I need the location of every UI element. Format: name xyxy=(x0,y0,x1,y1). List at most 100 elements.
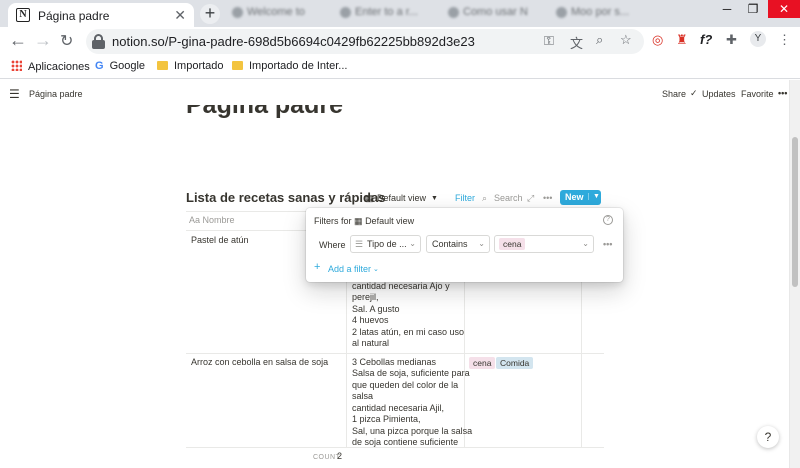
tag-cena[interactable]: cena xyxy=(469,357,496,369)
filter-header: Filters for ▦ Default view xyxy=(314,216,415,226)
folder-icon xyxy=(157,61,168,70)
chevron-down-icon: ▼ xyxy=(431,195,438,202)
profile-avatar[interactable]: Y xyxy=(750,31,766,47)
active-tab-title: Página padre xyxy=(38,9,110,23)
row-name[interactable]: Pastel de atún xyxy=(191,235,249,247)
tag-comida[interactable]: Comida xyxy=(496,357,534,369)
notion-topbar: ☰ Página padre Share ✓ Updates Favorite … xyxy=(0,80,789,108)
background-tab[interactable]: Enter to a r... xyxy=(340,6,418,22)
page-scrollbar[interactable] xyxy=(789,80,800,468)
checkmark-icon: ✓ xyxy=(690,88,698,98)
new-tab-button[interactable]: + xyxy=(200,4,220,24)
view-selector[interactable]: Default view xyxy=(377,193,426,203)
background-tab[interactable]: Como usar N xyxy=(448,6,528,22)
more-icon[interactable]: ••• xyxy=(543,193,552,203)
filter-popup: Filters for ▦ Default view ? Where ☰ Tip… xyxy=(306,208,623,282)
where-label: Where xyxy=(319,240,346,250)
ingredient-line: de soja contiene suficiente xyxy=(352,437,459,447)
ingredient-line: 3 Cebollas medianas xyxy=(352,357,437,367)
bookmark-google[interactable]: G Google xyxy=(95,60,145,72)
count-value: 2 xyxy=(337,451,343,461)
bookmark-folder[interactable]: Importado xyxy=(157,60,224,72)
help-button[interactable]: ? xyxy=(757,426,779,448)
ingredient-line: que queden del color de la xyxy=(352,380,459,390)
extension-icon[interactable]: f? xyxy=(700,32,712,47)
table-view-icon: ▦ xyxy=(354,216,363,226)
sidebar-toggle-icon[interactable]: ☰ xyxy=(9,87,20,101)
apps-grid-icon xyxy=(11,60,22,71)
url-text[interactable]: notion.so/P-gina-padre-698d5b6694c0429fb… xyxy=(112,34,475,49)
chrome-menu-icon[interactable]: ⋮ xyxy=(778,32,791,48)
chevron-down-icon: ⌄ xyxy=(478,239,485,248)
filter-property-select[interactable]: ☰ Tipo de ... ⌄ xyxy=(350,235,421,253)
extension-icon[interactable]: ◎ xyxy=(652,32,663,48)
address-bar[interactable]: notion.so/P-gina-padre-698d5b6694c0429fb… xyxy=(86,29,644,54)
back-icon[interactable]: ← xyxy=(9,30,27,51)
bookmark-star-icon[interactable]: ☆ xyxy=(620,32,632,48)
close-window-icon[interactable]: ✕ xyxy=(768,0,800,18)
extensions-puzzle-icon[interactable]: ✚ xyxy=(726,32,737,48)
filter-operator-select[interactable]: Contains ⌄ xyxy=(426,235,490,253)
filter-value-select[interactable]: cena ⌄ xyxy=(494,235,594,253)
notion-favicon-icon: N xyxy=(16,8,30,22)
column-header-nombre[interactable]: Aa Nombre xyxy=(189,215,235,227)
extension-icon[interactable]: ♜ xyxy=(676,32,688,48)
ingredient-line: Sal. A gusto xyxy=(352,304,400,314)
active-tab[interactable]: N Página padre ✕ xyxy=(8,3,194,27)
updates-button[interactable]: Updates xyxy=(702,89,736,99)
ingredient-line: 4 huevos xyxy=(352,315,389,325)
more-options-icon[interactable]: ••• xyxy=(778,88,787,98)
ingredient-line: cantidad necesaria Ajil, xyxy=(352,403,445,413)
google-icon: G xyxy=(95,60,104,72)
reload-icon[interactable]: ↻ xyxy=(60,31,73,51)
chevron-down-icon: ⌄ xyxy=(373,266,379,273)
list-icon: ☰ xyxy=(355,239,364,249)
forward-icon[interactable]: → xyxy=(34,30,52,51)
background-tab[interactable]: Welcome to xyxy=(232,6,305,22)
search-icon[interactable]: ⌕ xyxy=(482,193,487,204)
search-button[interactable]: Search xyxy=(494,193,523,203)
new-button[interactable]: New ▼ xyxy=(560,190,601,205)
tab-favicon-icon xyxy=(448,6,459,18)
filter-options-icon[interactable]: ••• xyxy=(603,239,612,249)
plus-icon: + xyxy=(314,261,321,273)
filter-button[interactable]: Filter xyxy=(455,193,475,203)
table-view-icon: ▦ xyxy=(365,193,374,203)
ingredient-line: salsa xyxy=(352,391,374,401)
row-name[interactable]: Arroz con cebolla en salsa de soja xyxy=(191,357,328,369)
text-type-icon: Aa xyxy=(189,215,203,225)
ingredient-line: perejil, xyxy=(352,292,379,302)
add-filter-button[interactable]: Add a filter xyxy=(328,264,371,274)
bookmark-folder[interactable]: Importado de Inter... xyxy=(232,60,347,72)
ingredient-line: Sal, una pizca porque la salsa xyxy=(352,426,473,436)
ingredient-line: 2 latas atún, en mi caso uso xyxy=(352,327,465,337)
expand-icon[interactable]: ⤢ xyxy=(527,193,534,204)
key-icon[interactable]: ⚿ xyxy=(544,33,554,49)
browser-tabstrip: N Página padre ✕ + Welcome to Enter to a… xyxy=(0,0,800,27)
favorite-button[interactable]: Favorite xyxy=(741,89,774,99)
tab-favicon-icon xyxy=(340,6,351,18)
chevron-down-icon: ⌄ xyxy=(582,239,589,248)
tab-favicon-icon xyxy=(232,6,243,18)
close-tab-icon[interactable]: ✕ xyxy=(174,7,186,24)
minimize-window-icon[interactable]: ─ xyxy=(714,0,740,18)
bookmark-apps[interactable]: Aplicaciones xyxy=(11,60,90,73)
ingredient-line: cantidad necesaria Ajo y xyxy=(352,281,450,291)
tab-favicon-icon xyxy=(556,6,567,18)
scrollbar-thumb[interactable] xyxy=(792,137,798,287)
share-button[interactable]: Share xyxy=(662,89,686,99)
background-tab[interactable]: Moo por s... xyxy=(556,6,629,22)
restore-window-icon[interactable]: ❐ xyxy=(740,0,766,18)
tag-cena: cena xyxy=(499,238,526,250)
help-icon[interactable]: ? xyxy=(603,215,613,225)
chevron-down-icon: ⌄ xyxy=(409,239,416,248)
database-title[interactable]: Lista de recetas sanas y rápidas xyxy=(186,190,385,205)
zoom-icon[interactable]: ⌕ xyxy=(596,32,603,48)
breadcrumb[interactable]: Página padre xyxy=(29,89,83,99)
ingredient-line: 1 pizca Pimienta, xyxy=(352,414,421,424)
translate-icon[interactable]: 文 xyxy=(570,33,583,52)
ingredient-line: al natural xyxy=(352,338,390,348)
bookmarks-bar: Aplicaciones G Google Importado Importado… xyxy=(0,56,800,79)
chevron-down-icon[interactable]: ▼ xyxy=(588,193,600,200)
ingredient-line: Salsa de soja, suficiente para xyxy=(352,368,470,378)
